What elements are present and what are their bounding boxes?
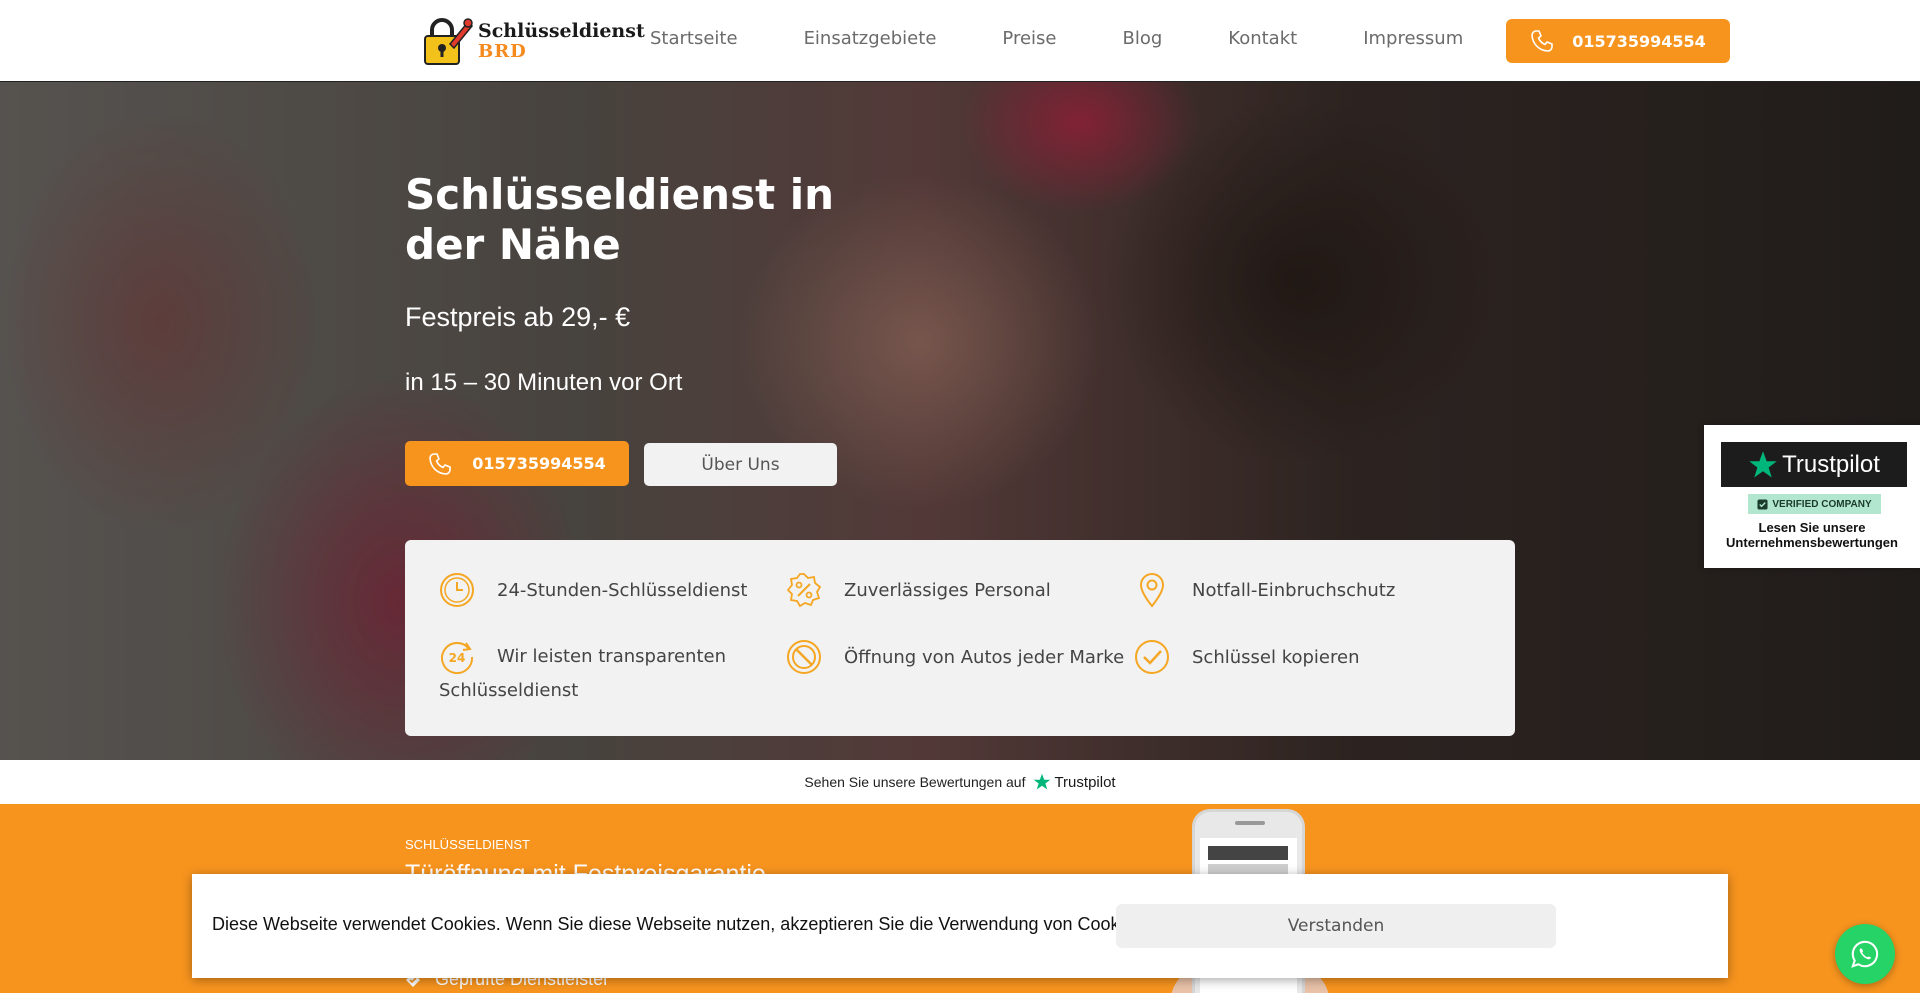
verified-label: VERIFIED COMPANY [1772, 498, 1872, 510]
main-nav: Startseite Einsatzgebiete Preise Blog Ko… [650, 28, 1463, 49]
feature-item: Schlüssel kopieren [1134, 639, 1359, 675]
map-pin-icon [1139, 573, 1165, 608]
feature-label: Öffnung von Autos jeder Marke [844, 646, 1125, 668]
section-label: SCHLÜSSELDIENST [405, 837, 530, 852]
trustpilot-logo: Trustpilot [1721, 442, 1907, 487]
hero-arrival-time: in 15 – 30 Minuten vor Ort [405, 369, 683, 396]
cookie-accept-button[interactable]: Verstanden [1116, 904, 1556, 948]
trustpilot-strip-logo: Trustpilot [1033, 773, 1116, 791]
feature-item: Zuverlässiges Personal [786, 572, 1051, 608]
nav-preise[interactable]: Preise [1002, 28, 1056, 49]
feature-item: 24 Wir leisten transparenten Schlüsseldie… [439, 639, 739, 707]
hero-phone-button[interactable]: 015735994554 [405, 441, 629, 486]
site-header: Schlüsseldienst BRD Startseite Einsatzge… [0, 0, 1920, 82]
feature-label: Schlüssel kopieren [1192, 646, 1360, 668]
check-circle-icon [1135, 640, 1169, 674]
header-phone-button[interactable]: 015735994554 [1506, 19, 1730, 63]
whatsapp-button[interactable] [1835, 924, 1895, 984]
cookie-banner: Diese Webseite verwendet Cookies. Wenn S… [192, 874, 1728, 978]
logo-title: Schlüsseldienst [478, 19, 645, 42]
verified-check-icon [1757, 498, 1768, 510]
feature-label: Zuverlässiges Personal [844, 579, 1051, 601]
read-reviews-line1: Lesen Sie unsere [1758, 520, 1866, 535]
phone-icon [1531, 30, 1554, 52]
read-reviews-line2: Unternehmensbewertungen [1726, 535, 1898, 550]
feature-item: Notfall-Einbruchschutz [1134, 572, 1395, 608]
padlock-logo-icon [420, 14, 474, 68]
trustpilot-brand: Trustpilot [1782, 450, 1880, 478]
trustpilot-strip-text: Sehen Sie unsere Bewertungen auf [804, 774, 1026, 790]
nav-blog[interactable]: Blog [1122, 28, 1162, 49]
logo-subtitle: BRD [478, 40, 527, 62]
whatsapp-icon [1851, 940, 1879, 968]
feature-item: Öffnung von Autos jeder Marke [786, 639, 1124, 675]
percent-badge-icon [786, 573, 822, 608]
star-icon [1749, 450, 1777, 477]
phone-icon [429, 452, 452, 475]
feature-label: Wir leisten transparenten Schlüsseldiens… [439, 646, 726, 701]
header-phone-number: 015735994554 [1572, 31, 1706, 51]
read-reviews-text: Lesen Sie unsere Unternehmensbewertungen [1704, 520, 1920, 550]
trustpilot-review-strip[interactable]: Sehen Sie unsere Bewertungen auf Trustpi… [0, 760, 1920, 804]
trustpilot-badge[interactable]: Trustpilot VERIFIED COMPANY Lesen Sie un… [1704, 425, 1920, 568]
nav-einsatzgebiete[interactable]: Einsatzgebiete [804, 28, 937, 49]
logo[interactable]: Schlüsseldienst BRD [420, 12, 645, 70]
features-box: 24-Stunden-Schlüsseldienst Zuverlässiges… [405, 540, 1515, 736]
nav-startseite[interactable]: Startseite [650, 28, 738, 49]
cookie-text: Diese Webseite verwendet Cookies. Wenn S… [212, 914, 1148, 934]
hero-price: Festpreis ab 29,- € [405, 302, 631, 332]
svg-text:24: 24 [449, 651, 466, 665]
trustpilot-strip-brand: Trustpilot [1054, 773, 1116, 791]
verified-company-badge: VERIFIED COMPANY [1748, 494, 1881, 514]
prohibited-icon [787, 640, 821, 674]
hero-section: Schlüsseldienst in der Nähe Festpreis ab… [0, 82, 1920, 760]
hero-title: Schlüsseldienst in der Nähe [405, 170, 835, 269]
feature-label: Notfall-Einbruchschutz [1192, 579, 1396, 601]
feature-item: 24-Stunden-Schlüsseldienst [439, 572, 747, 608]
24-hours-icon: 24 [441, 642, 474, 675]
about-us-button[interactable]: Über Uns [644, 443, 837, 486]
star-icon [1034, 773, 1051, 790]
clock-icon [440, 573, 474, 607]
nav-kontakt[interactable]: Kontakt [1228, 28, 1297, 49]
feature-label: 24-Stunden-Schlüsseldienst [497, 579, 748, 601]
hero-phone-number: 015735994554 [472, 454, 606, 473]
nav-impressum[interactable]: Impressum [1363, 28, 1463, 49]
